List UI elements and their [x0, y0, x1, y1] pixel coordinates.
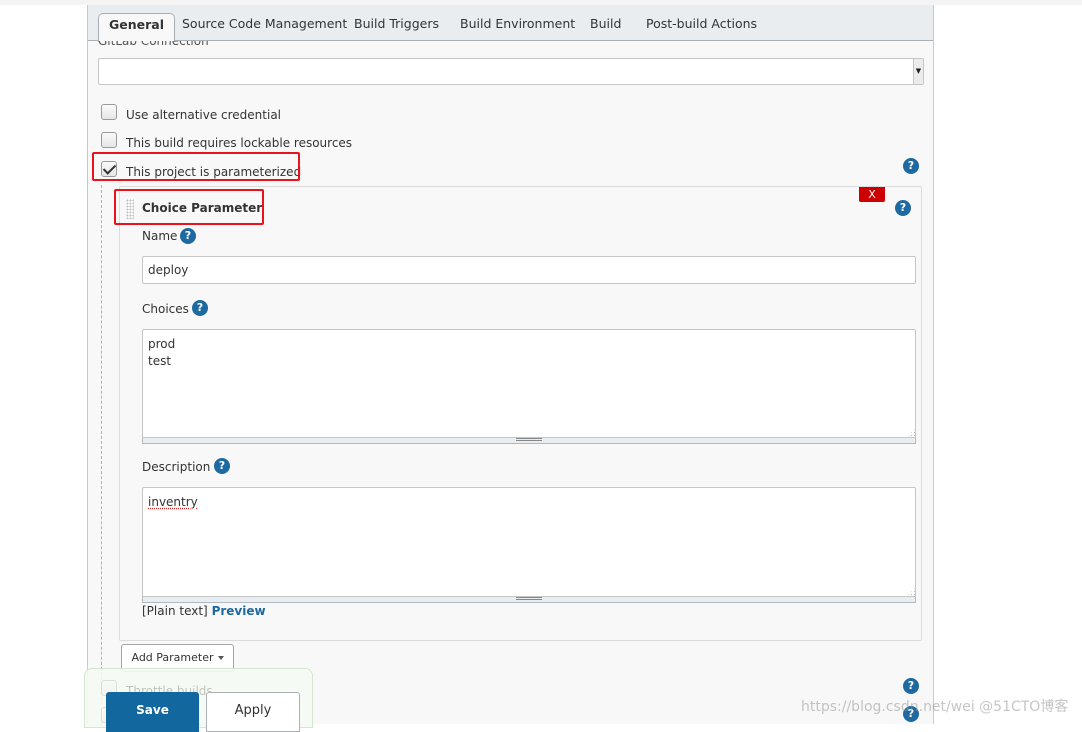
- help-icon[interactable]: ?: [903, 678, 919, 694]
- help-icon[interactable]: ?: [903, 158, 919, 174]
- markup-format: [Plain text] Preview: [142, 604, 266, 618]
- choices-label: Choices: [142, 302, 189, 316]
- dropdown-arrow-icon[interactable]: ▼: [913, 59, 923, 84]
- caret-down-icon: [217, 656, 224, 660]
- apply-button[interactable]: Apply: [206, 692, 300, 732]
- choice-parameter-block: Choice Parameter X ? Name ? deploy Choic…: [119, 186, 922, 641]
- nesting-guide: [101, 185, 102, 725]
- preview-link[interactable]: Preview: [212, 604, 266, 618]
- help-icon[interactable]: ?: [180, 228, 196, 244]
- description-label: Description: [142, 460, 211, 474]
- name-input[interactable]: deploy: [142, 256, 916, 284]
- tab-build-triggers[interactable]: Build Triggers: [344, 13, 449, 41]
- tab-source-code-management[interactable]: Source Code Management: [172, 13, 357, 41]
- tab-post-build-actions[interactable]: Post-build Actions: [636, 13, 767, 41]
- description-textarea[interactable]: inventry: [142, 487, 916, 597]
- config-panel: General Source Code Management Build Tri…: [87, 5, 934, 725]
- tab-build-environment[interactable]: Build Environment: [450, 13, 585, 41]
- tab-bar: General Source Code Management Build Tri…: [88, 5, 933, 42]
- option-alternative-credential[interactable]: Use alternative credential: [101, 103, 281, 122]
- name-label: Name: [142, 229, 178, 243]
- gitlab-connection-select[interactable]: ▼: [98, 58, 924, 85]
- help-icon[interactable]: ?: [192, 300, 208, 316]
- description-resize-bar[interactable]: [142, 597, 916, 603]
- resize-grip-icon[interactable]: [516, 438, 542, 441]
- help-icon[interactable]: ?: [895, 200, 911, 216]
- option-lockable-resources[interactable]: This build requires lockable resources: [101, 131, 352, 150]
- gitlab-connection-label: GitLab Connection: [98, 41, 209, 48]
- checkbox[interactable]: [101, 104, 117, 120]
- checkbox[interactable]: [101, 132, 117, 148]
- save-button[interactable]: Save: [106, 692, 199, 732]
- highlight-box-parameterized: [92, 152, 300, 181]
- choices-resize-bar[interactable]: [142, 438, 916, 444]
- choices-textarea[interactable]: prod test: [142, 329, 916, 438]
- tab-general[interactable]: General: [98, 13, 175, 42]
- highlight-box-choice-parameter: [114, 189, 264, 225]
- watermark: https://blog.csdn.net/wei @51CTO博客: [801, 699, 1069, 715]
- delete-parameter-button[interactable]: X: [859, 187, 885, 202]
- resize-grip-icon[interactable]: [516, 597, 542, 600]
- help-icon[interactable]: ?: [214, 458, 230, 474]
- tab-build[interactable]: Build: [580, 13, 631, 41]
